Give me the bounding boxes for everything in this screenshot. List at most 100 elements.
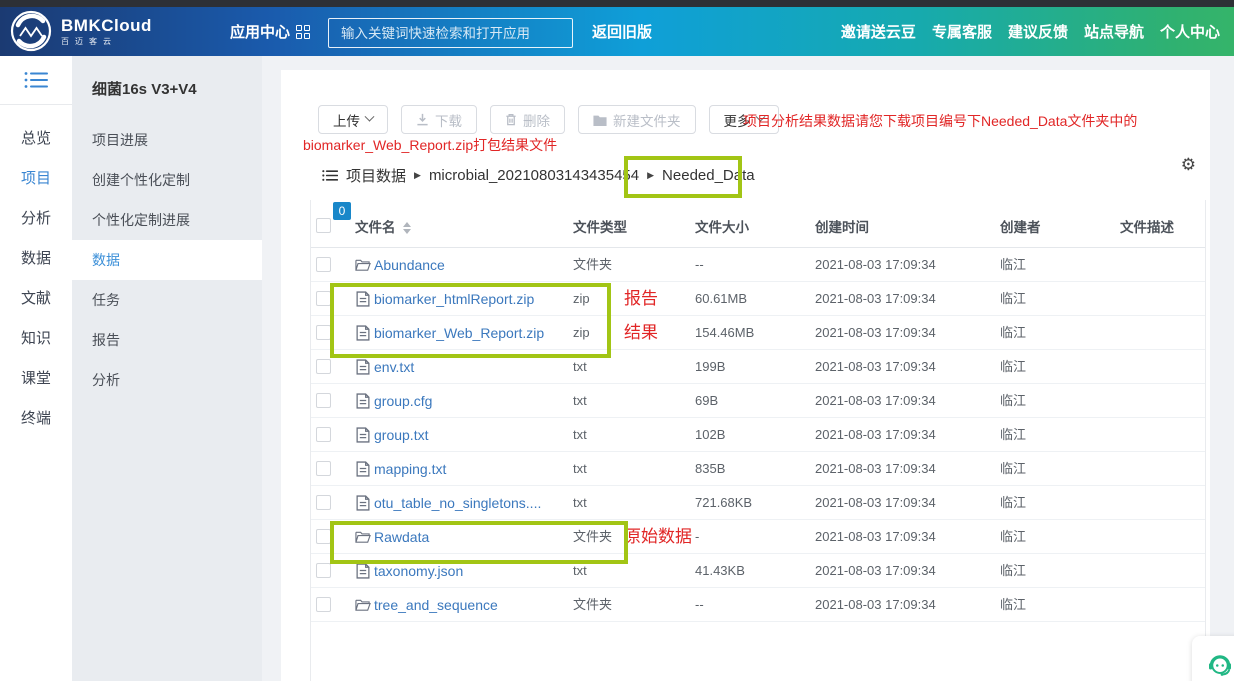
- file-name-link[interactable]: biomarker_htmlReport.zip: [374, 282, 534, 316]
- project-sidebar-item[interactable]: 分析: [72, 360, 262, 400]
- table-row: group.cfg txt 69B 2021-08-03 17:09:34 临江: [311, 384, 1205, 418]
- file-name-link[interactable]: tree_and_sequence: [374, 588, 498, 622]
- file-name-link[interactable]: mapping.txt: [374, 452, 446, 486]
- file-creator: 临江: [1000, 486, 1026, 520]
- navbar-menu-item[interactable]: 站点导航: [1084, 21, 1144, 42]
- file-name-link[interactable]: biomarker_Web_Report.zip: [374, 316, 544, 350]
- sidebar-item[interactable]: 总览: [0, 119, 72, 159]
- brand-name-cn: 百迈客云: [61, 38, 152, 46]
- breadcrumb-separator-icon: ▶: [647, 170, 654, 181]
- red-annotation: 原始数据: [624, 520, 692, 554]
- project-sidebar-item[interactable]: 个性化定制进展: [72, 200, 262, 240]
- column-header: 文件大小: [695, 200, 749, 248]
- row-checkbox[interactable]: [316, 461, 331, 476]
- brand-name: BMKCloud: [61, 17, 152, 34]
- sidebar-item[interactable]: 终端: [0, 399, 72, 439]
- file-name-link[interactable]: group.cfg: [374, 384, 432, 418]
- table-row: taxonomy.json txt 41.43KB 2021-08-03 17:…: [311, 554, 1205, 588]
- main-area: 上传 下载 删除 新建: [262, 56, 1234, 681]
- breadcrumb-current-folder[interactable]: Needed_Data: [662, 167, 755, 184]
- file-type: zip: [573, 316, 590, 350]
- customer-service-button[interactable]: [1192, 636, 1234, 681]
- file-name-link[interactable]: Abundance: [374, 248, 445, 282]
- row-checkbox[interactable]: [316, 291, 331, 306]
- notice-text-line2: biomarker_Web_Report.zip打包结果文件: [303, 135, 557, 155]
- sidebar-item[interactable]: 数据: [0, 239, 72, 279]
- icon-sidebar-menu: 总览项目分析数据文献知识课堂终端: [0, 119, 72, 439]
- gear-icon[interactable]: ⚙: [1181, 156, 1196, 173]
- file-size: 60.61MB: [695, 282, 747, 316]
- download-button[interactable]: 下载: [401, 105, 477, 134]
- file-type: 文件夹: [573, 248, 612, 282]
- project-sidebar-item[interactable]: 项目进展: [72, 120, 262, 160]
- back-to-old-version-button[interactable]: 返回旧版: [592, 21, 652, 42]
- file-name-link[interactable]: group.txt: [374, 418, 428, 452]
- file-name-link[interactable]: env.txt: [374, 350, 414, 384]
- file-size: 41.43KB: [695, 554, 745, 588]
- file-type: 文件夹: [573, 588, 612, 622]
- navbar-menu-item[interactable]: 建议反馈: [1008, 21, 1068, 42]
- navbar-menu-item[interactable]: 个人中心: [1160, 21, 1220, 42]
- file-name-link[interactable]: Rawdata: [374, 520, 429, 554]
- file-size: 835B: [695, 452, 725, 486]
- upload-button[interactable]: 上传: [318, 105, 388, 134]
- file-created: 2021-08-03 17:09:34: [815, 316, 936, 350]
- row-checkbox[interactable]: [316, 393, 331, 408]
- table-row: biomarker_Web_Report.zip zip 154.46MB 20…: [311, 316, 1205, 350]
- sidebar-item[interactable]: 分析: [0, 199, 72, 239]
- project-sidebar-item[interactable]: 数据: [72, 240, 262, 280]
- file-name-link[interactable]: otu_table_no_singletons....: [374, 486, 541, 520]
- file-creator: 临江: [1000, 248, 1026, 282]
- navbar-right-menu: 邀请送云豆专属客服建议反馈站点导航个人中心: [841, 21, 1220, 42]
- row-checkbox[interactable]: [316, 325, 331, 340]
- file-creator: 临江: [1000, 588, 1026, 622]
- table-row: env.txt txt 199B 2021-08-03 17:09:34 临江: [311, 350, 1205, 384]
- file-type: txt: [573, 418, 587, 452]
- row-checkbox[interactable]: [316, 597, 331, 612]
- row-checkbox[interactable]: [316, 427, 331, 442]
- row-checkbox[interactable]: [316, 563, 331, 578]
- file-name-link[interactable]: taxonomy.json: [374, 554, 463, 588]
- file-size: --: [695, 248, 704, 282]
- project-sidebar-item[interactable]: 任务: [72, 280, 262, 320]
- notice-text-line1: 项目分析结果数据请您下载项目编号下Needed_Data文件夹中的: [743, 111, 1137, 131]
- file-size: --: [695, 588, 704, 622]
- select-all-checkbox[interactable]: [316, 218, 331, 233]
- download-icon: [416, 113, 429, 126]
- collapse-menu-button[interactable]: [0, 56, 72, 104]
- file-size: 199B: [695, 350, 725, 384]
- search-input[interactable]: [328, 18, 573, 48]
- new-folder-button[interactable]: 新建文件夹: [578, 105, 696, 134]
- sidebar-item[interactable]: 知识: [0, 319, 72, 359]
- bmkcloud-logo[interactable]: BMKCloud 百迈客云: [10, 10, 152, 52]
- delete-button[interactable]: 删除: [490, 105, 565, 134]
- column-header-filename[interactable]: 文件名: [355, 200, 411, 248]
- column-header: 创建时间: [815, 200, 869, 248]
- breadcrumb-project-folder[interactable]: microbial_20210803143435454: [429, 167, 639, 184]
- app-center-label: 应用中心: [230, 21, 290, 42]
- breadcrumb-root[interactable]: 项目数据: [346, 165, 406, 186]
- row-checkbox[interactable]: [316, 495, 331, 510]
- sidebar-item[interactable]: 项目: [0, 159, 72, 199]
- sidebar-item[interactable]: 课堂: [0, 359, 72, 399]
- file-type: txt: [573, 486, 587, 520]
- project-sidebar-item[interactable]: 报告: [72, 320, 262, 360]
- row-checkbox[interactable]: [316, 257, 331, 272]
- project-sidebar-item[interactable]: 创建个性化定制: [72, 160, 262, 200]
- list-menu-icon: [24, 71, 48, 89]
- table-row: tree_and_sequence 文件夹 -- 2021-08-03 17:0…: [311, 588, 1205, 622]
- selected-count-badge: 0: [333, 202, 351, 220]
- navbar-menu-item[interactable]: 专属客服: [932, 21, 992, 42]
- navbar-menu-item[interactable]: 邀请送云豆: [841, 21, 916, 42]
- row-checkbox[interactable]: [316, 359, 331, 374]
- file-creator: 临江: [1000, 384, 1026, 418]
- file-size: -: [695, 520, 699, 554]
- file-created: 2021-08-03 17:09:34: [815, 248, 936, 282]
- row-checkbox[interactable]: [316, 529, 331, 544]
- app-center-button[interactable]: 应用中心: [230, 21, 310, 42]
- sort-icon[interactable]: [403, 222, 411, 234]
- headset-icon: [1205, 649, 1234, 679]
- sidebar-item[interactable]: 文献: [0, 279, 72, 319]
- file-creator: 临江: [1000, 554, 1026, 588]
- table-row: otu_table_no_singletons.... txt 721.68KB…: [311, 486, 1205, 520]
